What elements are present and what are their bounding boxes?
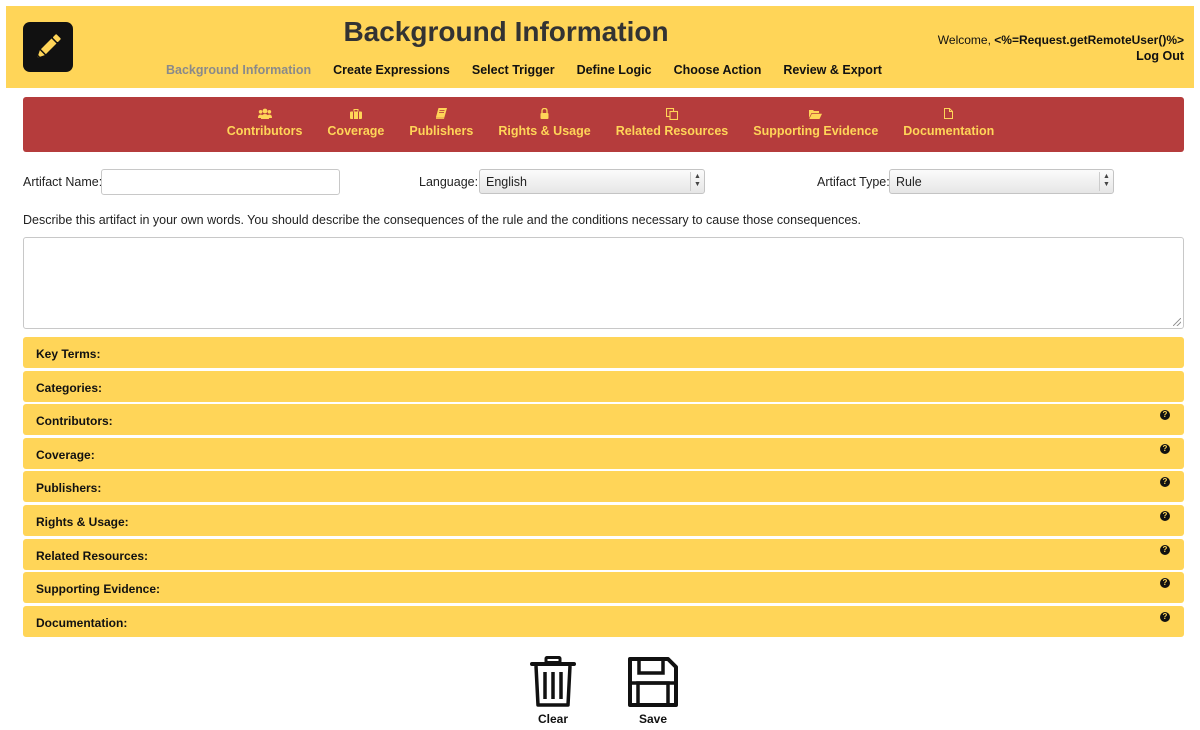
subnav-label: Publishers: [409, 124, 474, 138]
book-icon: [435, 107, 447, 120]
welcome-user: <%=Request.getRemoteUser()%>: [994, 33, 1184, 47]
subnav-coverage[interactable]: Coverage: [327, 97, 384, 152]
subnav-label: Related Resources: [615, 124, 729, 138]
main-nav: Background Information Create Expression…: [166, 63, 904, 77]
help-icon[interactable]: ?: [1160, 544, 1170, 555]
help-icon[interactable]: ?: [1160, 477, 1170, 488]
nav-create-expressions[interactable]: Create Expressions: [333, 63, 450, 77]
welcome-prefix: Welcome,: [937, 33, 995, 47]
section-related-resources[interactable]: Related Resources: ?: [23, 538, 1184, 570]
app-header: Background Information Background Inform…: [6, 6, 1194, 88]
nav-background-information[interactable]: Background Information: [166, 63, 311, 77]
logout-link[interactable]: Log Out: [1136, 49, 1184, 63]
copy-icon: [665, 107, 678, 120]
section-label: Publishers:: [36, 481, 102, 496]
subnav-supporting-evidence[interactable]: Supporting Evidence: [753, 97, 878, 152]
subnav-rights-usage[interactable]: Rights & Usage: [498, 97, 591, 152]
help-icon[interactable]: ?: [1160, 410, 1170, 421]
section-label: Supporting Evidence:: [36, 582, 161, 597]
trash-icon: [530, 656, 576, 707]
clear-label: Clear: [537, 712, 569, 726]
section-label: Contributors:: [36, 414, 113, 429]
artifact-name-input[interactable]: [101, 169, 340, 195]
subnav-label: Documentation: [903, 124, 995, 138]
help-icon[interactable]: ?: [1160, 578, 1170, 589]
description-textarea[interactable]: [23, 237, 1184, 329]
language-selected-value: English: [486, 175, 527, 189]
subnav-contributors[interactable]: Contributors: [226, 97, 303, 152]
subnav-publishers[interactable]: Publishers: [409, 97, 473, 152]
subnav-related-resources[interactable]: Related Resources: [615, 97, 729, 152]
section-label: Key Terms:: [36, 347, 101, 361]
help-icon[interactable]: ?: [1160, 611, 1170, 622]
help-icon[interactable]: ?: [1160, 443, 1170, 454]
clear-button[interactable]: Clear: [518, 656, 588, 726]
file-icon: [944, 107, 954, 120]
nav-choose-action[interactable]: Choose Action: [674, 63, 762, 77]
save-label: Save: [638, 712, 668, 726]
users-icon: [257, 107, 272, 120]
section-coverage[interactable]: Coverage: ?: [23, 437, 1184, 469]
help-icon[interactable]: ?: [1160, 510, 1170, 521]
section-label: Rights & Usage:: [36, 514, 129, 529]
subnav-label: Contributors: [226, 124, 303, 138]
nav-review-export[interactable]: Review & Export: [783, 63, 882, 77]
section-documentation[interactable]: Documentation: ?: [23, 605, 1184, 637]
subnav-label: Supporting Evidence: [753, 124, 879, 138]
select-arrows-icon: ▲ ▼: [1099, 172, 1113, 191]
section-label: Documentation:: [36, 615, 128, 630]
lock-icon: [540, 107, 549, 120]
section-supporting-evidence[interactable]: Supporting Evidence: ?: [23, 572, 1184, 604]
subnav-label: Rights & Usage: [498, 124, 591, 138]
nav-select-trigger[interactable]: Select Trigger: [472, 63, 555, 77]
section-key-terms[interactable]: Key Terms:: [23, 337, 1184, 368]
section-label: Coverage:: [36, 447, 95, 462]
description-prompt: Describe this artifact in your own words…: [23, 213, 862, 227]
language-label: Language:: [419, 175, 479, 189]
nav-define-logic[interactable]: Define Logic: [577, 63, 652, 77]
subnav-label: Coverage: [327, 124, 385, 138]
section-accordion: Key Terms: Categories: Contributors: ? C…: [23, 337, 1184, 639]
section-contributors[interactable]: Contributors: ?: [23, 404, 1184, 436]
section-label: Categories:: [36, 380, 103, 395]
section-rights-usage[interactable]: Rights & Usage: ?: [23, 504, 1184, 536]
folder-open-icon: [809, 107, 823, 120]
language-select[interactable]: English ▲ ▼: [479, 169, 705, 194]
section-subnav: Contributors Coverage Publishers Rights …: [23, 97, 1184, 152]
artifact-name-label: Artifact Name:: [23, 175, 103, 189]
select-arrows-icon: ▲ ▼: [690, 172, 704, 191]
artifact-type-select[interactable]: Rule ▲ ▼: [889, 169, 1114, 194]
subnav-documentation[interactable]: Documentation: [903, 97, 994, 152]
section-categories[interactable]: Categories:: [23, 370, 1184, 402]
resize-handle[interactable]: [1173, 318, 1181, 326]
floppy-disk-icon: [628, 657, 678, 707]
artifact-type-selected-value: Rule: [896, 175, 922, 189]
page-title: Background Information: [343, 16, 669, 47]
save-button[interactable]: Save: [618, 656, 688, 726]
section-label: Related Resources:: [36, 548, 149, 563]
welcome-text: Welcome, <%=Request.getRemoteUser()%>: [938, 33, 1184, 47]
section-publishers[interactable]: Publishers: ?: [23, 471, 1184, 503]
artifact-type-label: Artifact Type:: [817, 175, 890, 189]
briefcase-icon: [349, 107, 362, 120]
